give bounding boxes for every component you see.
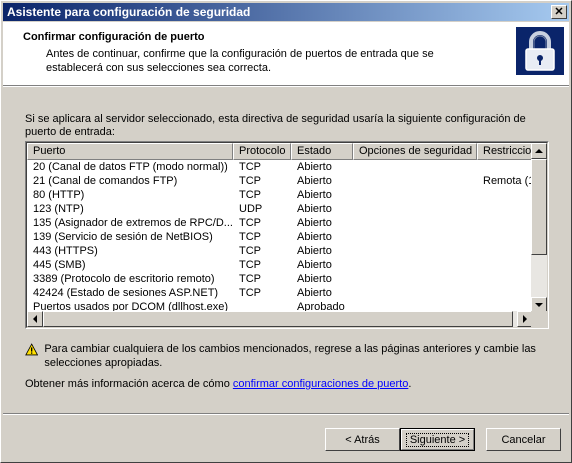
table-row[interactable]: 42424 (Estado de sesiones ASP.NET) TCP A…: [27, 286, 547, 300]
header-divider-highlight: [3, 86, 569, 87]
table-row[interactable]: 135 (Asignador de extremos de RPC/D... T…: [27, 216, 547, 230]
cell-options: [353, 202, 477, 216]
cell-port: 135 (Asignador de extremos de RPC/D...: [33, 217, 233, 229]
cell-protocol: TCP: [239, 273, 261, 285]
cell-port: 443 (HTTPS): [33, 245, 98, 257]
intro-text: Si se aplicara al servidor seleccionado,…: [25, 113, 526, 138]
cell-protocol: TCP: [239, 287, 261, 299]
close-icon: ✕: [554, 5, 564, 18]
column-header-estado[interactable]: Estado: [291, 143, 353, 160]
cell-port: 3389 (Protocolo de escritorio remoto): [33, 273, 215, 285]
back-button[interactable]: < Atrás: [325, 428, 400, 451]
more-info-prefix: Obtener más información acerca de cómo: [25, 378, 233, 390]
cell-port: 20 (Canal de datos FTP (modo normal)): [33, 161, 228, 173]
port-list[interactable]: Puerto Protocolo Estado Opciones de segu…: [25, 141, 549, 329]
cancel-button-label: Cancelar: [501, 433, 546, 446]
cell-protocol: UDP: [239, 203, 263, 215]
cell-state: Abierto: [297, 287, 332, 299]
cell-state: Abierto: [297, 273, 332, 285]
table-row[interactable]: 123 (NTP) UDP Abierto: [27, 202, 547, 216]
wizard-window: Asistente para configuración de segurida…: [0, 0, 572, 463]
padlock-icon: [516, 27, 564, 75]
window-title: Asistente para configuración de segurida…: [7, 5, 251, 19]
footer-divider-highlight: [3, 414, 569, 415]
list-header: Puerto Protocolo Estado Opciones de segu…: [27, 143, 547, 160]
warning-icon: [25, 343, 39, 356]
arrow-down-icon: [535, 302, 543, 307]
cell-protocol: TCP: [239, 175, 261, 187]
cancel-button[interactable]: Cancelar: [486, 428, 561, 451]
cell-port: 80 (HTTP): [33, 189, 85, 201]
arrow-up-icon: [535, 148, 543, 153]
cell-options: [353, 160, 477, 174]
list-rows: 20 (Canal de datos FTP (modo normal)) TC…: [27, 160, 547, 314]
arrow-left-icon: [32, 315, 37, 323]
cell-state: Abierto: [297, 175, 332, 187]
next-button-label: Siguiente >: [405, 432, 470, 447]
title-bar: Asistente para configuración de segurida…: [3, 3, 569, 21]
scroll-corner: [531, 311, 547, 327]
cell-options: [353, 230, 477, 244]
cell-options: [353, 174, 477, 188]
table-row[interactable]: 445 (SMB) TCP Abierto: [27, 258, 547, 272]
table-row[interactable]: 21 (Canal de comandos FTP) TCP Abierto R…: [27, 174, 547, 188]
page-description: Antes de continuar, confirme que la conf…: [46, 48, 434, 74]
cell-state: Abierto: [297, 245, 332, 257]
cell-options: [353, 286, 477, 300]
column-header-opciones[interactable]: Opciones de seguridad: [353, 143, 477, 160]
cell-state: Abierto: [297, 189, 332, 201]
cell-protocol: TCP: [239, 231, 261, 243]
warning-text: Para cambiar cualquiera de los cambios m…: [44, 343, 536, 369]
column-header-protocolo[interactable]: Protocolo: [233, 143, 291, 160]
wizard-header: Confirmar configuración de puerto Antes …: [3, 22, 569, 85]
vertical-scrollbar[interactable]: [531, 143, 547, 313]
cell-protocol: TCP: [239, 245, 261, 257]
scroll-up-button[interactable]: [531, 143, 547, 159]
cell-protocol: TCP: [239, 189, 261, 201]
horizontal-scroll-thumb[interactable]: [43, 311, 513, 327]
cell-state: Abierto: [297, 217, 332, 229]
cell-port: 123 (NTP): [33, 203, 84, 215]
cell-options: [353, 188, 477, 202]
arrow-right-icon: [522, 315, 527, 323]
page-title: Confirmar configuración de puerto: [23, 31, 205, 43]
cell-state: Abierto: [297, 161, 332, 173]
cell-options: [353, 244, 477, 258]
warning-note: Para cambiar cualquiera de los cambios m…: [25, 342, 555, 370]
cell-port: 21 (Canal de comandos FTP): [33, 175, 178, 187]
cell-port: 42424 (Estado de sesiones ASP.NET): [33, 287, 219, 299]
cell-protocol: TCP: [239, 259, 261, 271]
cell-options: [353, 258, 477, 272]
close-button[interactable]: ✕: [551, 5, 567, 19]
scroll-left-button[interactable]: [27, 311, 43, 327]
cell-options: [353, 216, 477, 230]
table-row[interactable]: 20 (Canal de datos FTP (modo normal)) TC…: [27, 160, 547, 174]
more-info: Obtener más información acerca de cómo c…: [25, 378, 411, 390]
table-row[interactable]: 3389 (Protocolo de escritorio remoto) TC…: [27, 272, 547, 286]
vertical-scroll-thumb[interactable]: [531, 159, 547, 255]
horizontal-scrollbar[interactable]: [27, 311, 533, 327]
confirm-port-settings-link[interactable]: confirmar configuraciones de puerto: [233, 378, 408, 390]
cell-protocol: TCP: [239, 217, 261, 229]
more-info-suffix: .: [408, 378, 412, 390]
cell-state: Abierto: [297, 231, 332, 243]
next-button[interactable]: Siguiente >: [400, 428, 475, 451]
cell-port: 445 (SMB): [33, 259, 86, 271]
cell-state: Abierto: [297, 203, 332, 215]
cell-port: 139 (Servicio de sesión de NetBIOS): [33, 231, 213, 243]
back-button-label: < Atrás: [345, 433, 380, 446]
column-header-puerto[interactable]: Puerto: [27, 143, 233, 160]
cell-options: [353, 272, 477, 286]
table-row[interactable]: 443 (HTTPS) TCP Abierto: [27, 244, 547, 258]
table-row[interactable]: 80 (HTTP) TCP Abierto: [27, 188, 547, 202]
cell-protocol: TCP: [239, 161, 261, 173]
cell-state: Abierto: [297, 259, 332, 271]
table-row[interactable]: 139 (Servicio de sesión de NetBIOS) TCP …: [27, 230, 547, 244]
